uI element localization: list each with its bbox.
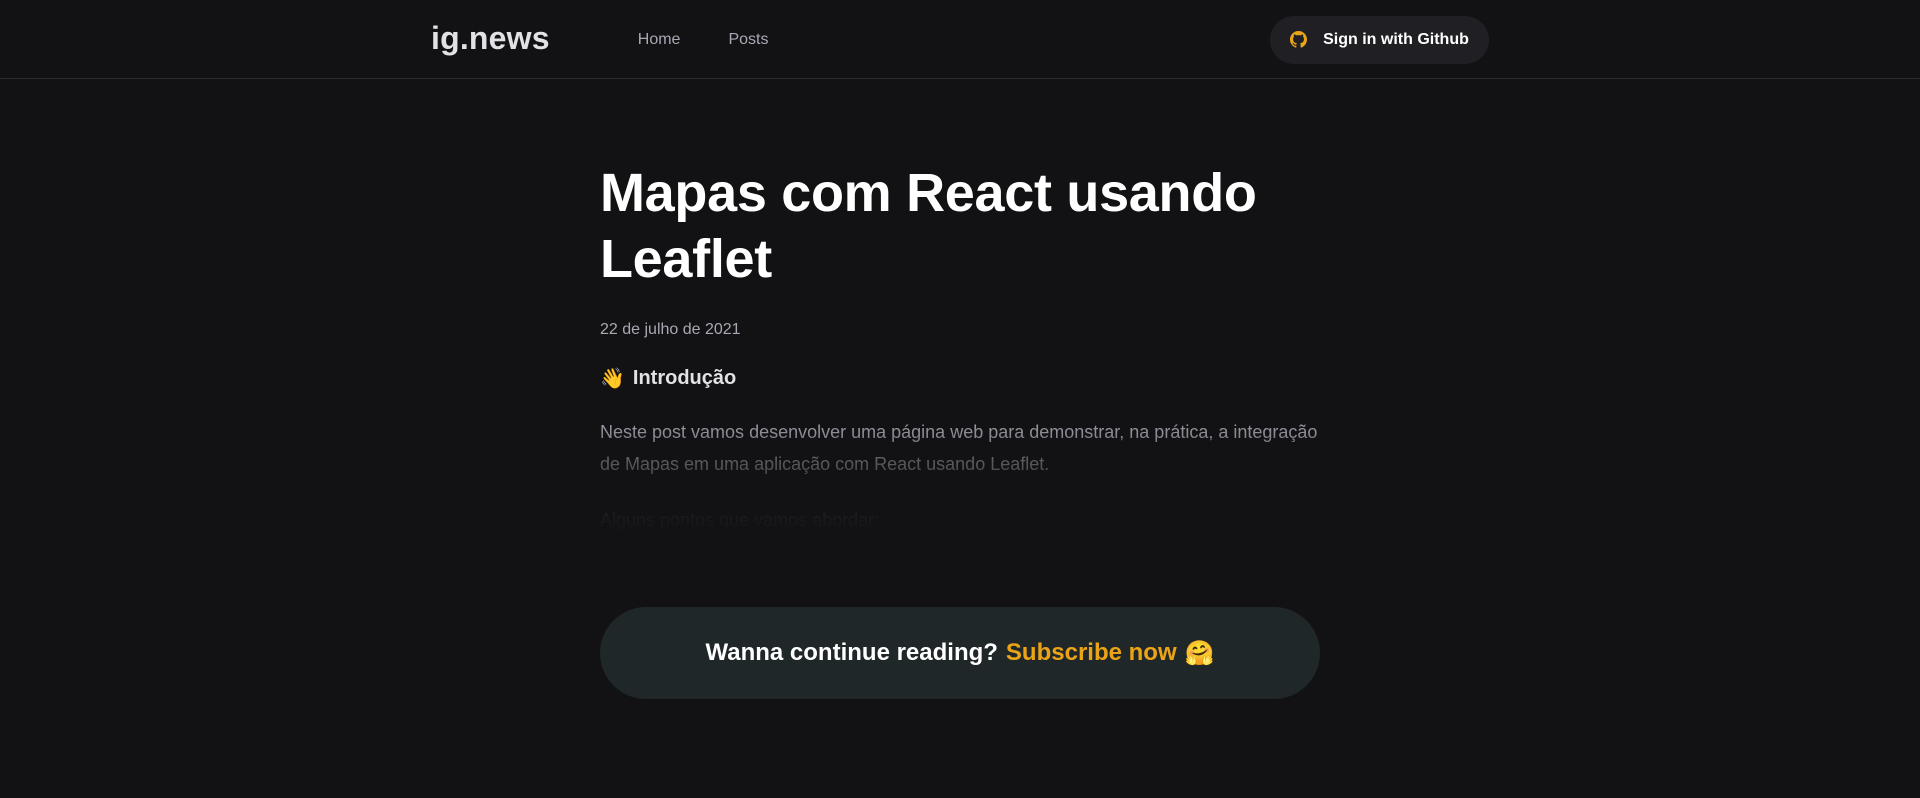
continue-reading-prompt: Wanna continue reading? — [705, 639, 998, 666]
post-paragraph: Alguns pontos que vamos abordar: — [600, 510, 880, 530]
continue-reading-banner: Wanna continue reading? Subscribe now 🤗 — [600, 607, 1320, 699]
post-content-preview: Neste post vamos desenvolver uma página … — [600, 416, 1320, 536]
nav-link-posts[interactable]: Posts — [728, 31, 768, 49]
post-date: 22 de julho de 2021 — [600, 321, 741, 338]
header-content: ig.news Home Posts Sign in with Github — [431, 0, 1489, 79]
waving-hand-icon: 👋 — [600, 368, 625, 390]
post-paragraph: Neste post vamos desenvolver uma página … — [600, 422, 1318, 474]
github-icon — [1290, 31, 1308, 48]
main-nav: Home Posts — [638, 0, 769, 79]
subscribe-now-link[interactable]: Subscribe now — [1006, 639, 1177, 667]
site-logo[interactable]: ig.news — [431, 20, 550, 57]
section-heading: 👋 Introdução — [600, 366, 1320, 391]
nav-link-home[interactable]: Home — [638, 31, 681, 49]
site-header: ig.news Home Posts Sign in with Github — [0, 0, 1920, 79]
hugging-face-icon: 🤗 — [1184, 639, 1215, 667]
sign-in-label: Sign in with Github — [1323, 30, 1469, 48]
sign-in-github-button[interactable]: Sign in with Github — [1270, 15, 1489, 64]
post-title: Mapas com React usando Leaflet — [600, 163, 1257, 289]
post-article: Mapas com React usando Leaflet 22 de jul… — [600, 160, 1320, 560]
section-heading-label: Introdução — [632, 367, 737, 389]
